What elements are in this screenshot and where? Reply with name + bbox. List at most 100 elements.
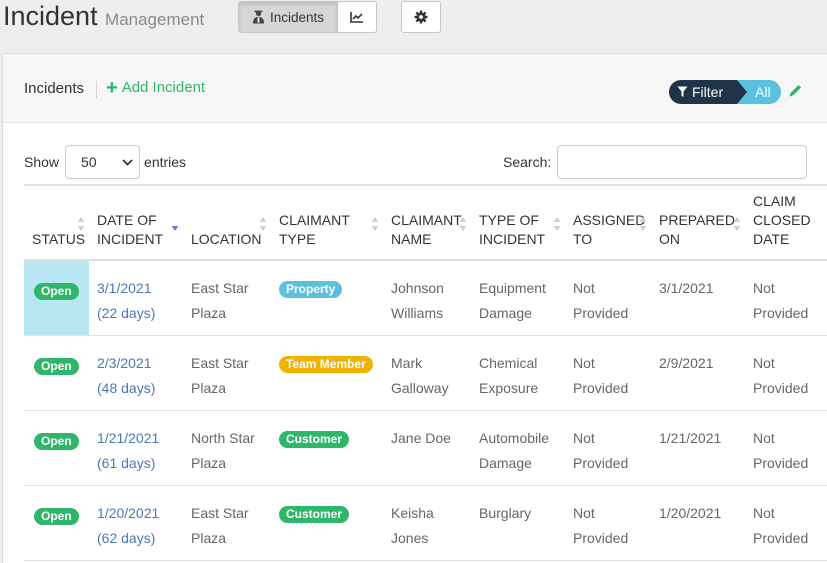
- status-badge: Open: [34, 357, 79, 375]
- cell-prepared-on: 1/21/2021: [651, 410, 745, 486]
- prepared-date: 1/21/2021: [659, 429, 722, 446]
- prepared-date: 1/20/2021: [659, 504, 722, 521]
- name-line: Williams: [391, 305, 444, 321]
- cell-date[interactable]: 1/21/2021 (61 days): [89, 410, 183, 486]
- incident-person-icon: [252, 10, 264, 24]
- days-ago: (22 days): [97, 305, 156, 321]
- sort-icon: [733, 217, 741, 231]
- prepared-date: 3/1/2021: [659, 280, 714, 296]
- cell-date[interactable]: 1/20/2021 (62 days): [89, 485, 183, 561]
- cell-claim-closed: Not Provided: [745, 335, 827, 411]
- entries-select[interactable]: 50: [65, 145, 141, 179]
- claimant-type-badge: Customer: [279, 430, 350, 448]
- col-line: ON: [659, 231, 680, 247]
- col-type-of-incident[interactable]: TYPE OF INCIDENT: [471, 184, 565, 261]
- closed-line: Provided: [753, 305, 809, 321]
- cell-date[interactable]: 3/1/2021 (22 days): [89, 260, 183, 336]
- header-divider: [96, 81, 97, 98]
- filter-label: Filter: [692, 84, 724, 100]
- col-location[interactable]: LOCATION: [183, 184, 271, 261]
- cell-prepared-on: 3/1/2021: [651, 260, 745, 336]
- table-header-row: STATUS DATE OF INCIDENT LOCATION CLAIMANT…: [24, 184, 827, 261]
- status-badge: Open: [34, 432, 79, 450]
- table-row[interactable]: Open 3/1/2021 (22 days) East Star Plaza Pr…: [24, 260, 827, 336]
- assigned-line: Provided: [573, 529, 629, 546]
- closed-line: Not: [753, 280, 775, 296]
- top-bar: Incident Management Incidents: [0, 0, 827, 48]
- date-link[interactable]: 2/3/2021: [97, 355, 152, 371]
- closed-line: Provided: [753, 379, 809, 396]
- settings-button[interactable]: [401, 1, 441, 33]
- cell-prepared-on: 2/9/2021: [651, 335, 745, 411]
- days-ago: (48 days): [97, 379, 156, 396]
- col-line: CLOSED: [753, 212, 811, 228]
- cell-claimant-type: Team Member: [271, 335, 383, 411]
- card-header: Incidents + Add Incident Filter All: [3, 54, 827, 123]
- add-incident-button[interactable]: + Add Incident: [106, 78, 205, 98]
- filter-label-segment: Filter: [669, 80, 748, 104]
- table-row[interactable]: Open 2/3/2021 (48 days) East Star Plaza Te…: [24, 335, 827, 411]
- col-claimant-name[interactable]: CLAIMANT NAME: [383, 184, 471, 261]
- col-line: TYPE OF: [479, 212, 539, 228]
- filter-toggle[interactable]: Filter All: [669, 80, 781, 104]
- location-line: Plaza: [191, 305, 227, 321]
- prepared-date: 2/9/2021: [659, 354, 714, 371]
- table-row[interactable]: Open 1/20/2021 (62 days) East Star Plaza C…: [24, 485, 827, 561]
- col-claim-closed-date[interactable]: CLAIM CLOSED DATE: [745, 184, 827, 261]
- col-line: TO: [573, 231, 593, 247]
- cell-location: East Star Plaza: [183, 335, 271, 411]
- location-line: Plaza: [191, 454, 227, 471]
- date-link[interactable]: 3/1/2021: [97, 280, 152, 296]
- col-claimant-type[interactable]: CLAIMANT TYPE: [271, 184, 383, 261]
- incident-type-line: Damage: [479, 305, 532, 321]
- col-line: CLAIM: [753, 193, 796, 209]
- cell-status: Open: [24, 335, 89, 411]
- name-line: Johnson: [391, 280, 444, 296]
- cell-claimant-name: Johnson Williams: [383, 260, 471, 336]
- table-row[interactable]: Open 1/21/2021 (61 days) North Star Plaza …: [24, 410, 827, 486]
- col-status[interactable]: STATUS: [24, 184, 89, 261]
- claimant-type-badge: Property: [279, 281, 343, 298]
- col-line: PREPARED: [659, 212, 735, 228]
- line-chart-icon: [350, 12, 363, 23]
- col-line: NAME: [391, 231, 432, 247]
- assigned-line: Not: [573, 504, 595, 521]
- date-link[interactable]: 1/21/2021: [97, 430, 159, 446]
- col-date-of-incident[interactable]: DATE OF INCIDENT: [89, 184, 183, 261]
- search-label: Search:: [503, 154, 552, 170]
- cell-incident-type: Burglary: [471, 485, 565, 561]
- cell-claim-closed: Not Provided: [745, 485, 827, 561]
- location-line: East Star: [191, 504, 249, 521]
- closed-line: Provided: [753, 454, 809, 471]
- col-line: CLAIMANT: [391, 212, 462, 228]
- cell-claimant-type: Customer: [271, 410, 383, 486]
- pencil-icon[interactable]: [788, 83, 803, 98]
- cell-claimant-name: Keisha Jones: [383, 485, 471, 561]
- chart-view-button[interactable]: [338, 2, 376, 32]
- incidents-view-button[interactable]: Incidents: [239, 2, 338, 32]
- cell-date[interactable]: 2/3/2021 (48 days): [89, 335, 183, 411]
- name-line: Jane Doe: [391, 429, 451, 446]
- incident-type-line: Exposure: [479, 379, 539, 396]
- name-line: Mark: [391, 354, 423, 371]
- card-title: Incidents: [24, 80, 85, 97]
- sort-icon: [553, 217, 561, 231]
- assigned-line: Not: [573, 354, 595, 371]
- location-line: East Star: [191, 354, 249, 371]
- search-input[interactable]: [557, 145, 807, 179]
- view-toggle-group: Incidents: [238, 1, 377, 33]
- date-link[interactable]: 1/20/2021: [97, 505, 159, 521]
- incidents-view-label: Incidents: [269, 9, 325, 25]
- incident-type-line: Chemical: [479, 354, 538, 371]
- cell-status: Open: [24, 260, 89, 336]
- incident-type-line: Burglary: [479, 504, 532, 521]
- claimant-type-badge: Customer: [279, 505, 350, 523]
- col-line: TYPE: [279, 231, 316, 247]
- incident-type-line: Equipment: [479, 280, 546, 296]
- col-assigned-to[interactable]: ASSIGNED TO: [565, 184, 651, 261]
- assigned-line: Not: [573, 429, 595, 446]
- col-prepared-on[interactable]: PREPARED ON: [651, 184, 745, 261]
- cell-claim-closed: Not Provided: [745, 410, 827, 486]
- name-line: Keisha: [391, 504, 434, 521]
- cell-location: North Star Plaza: [183, 410, 271, 486]
